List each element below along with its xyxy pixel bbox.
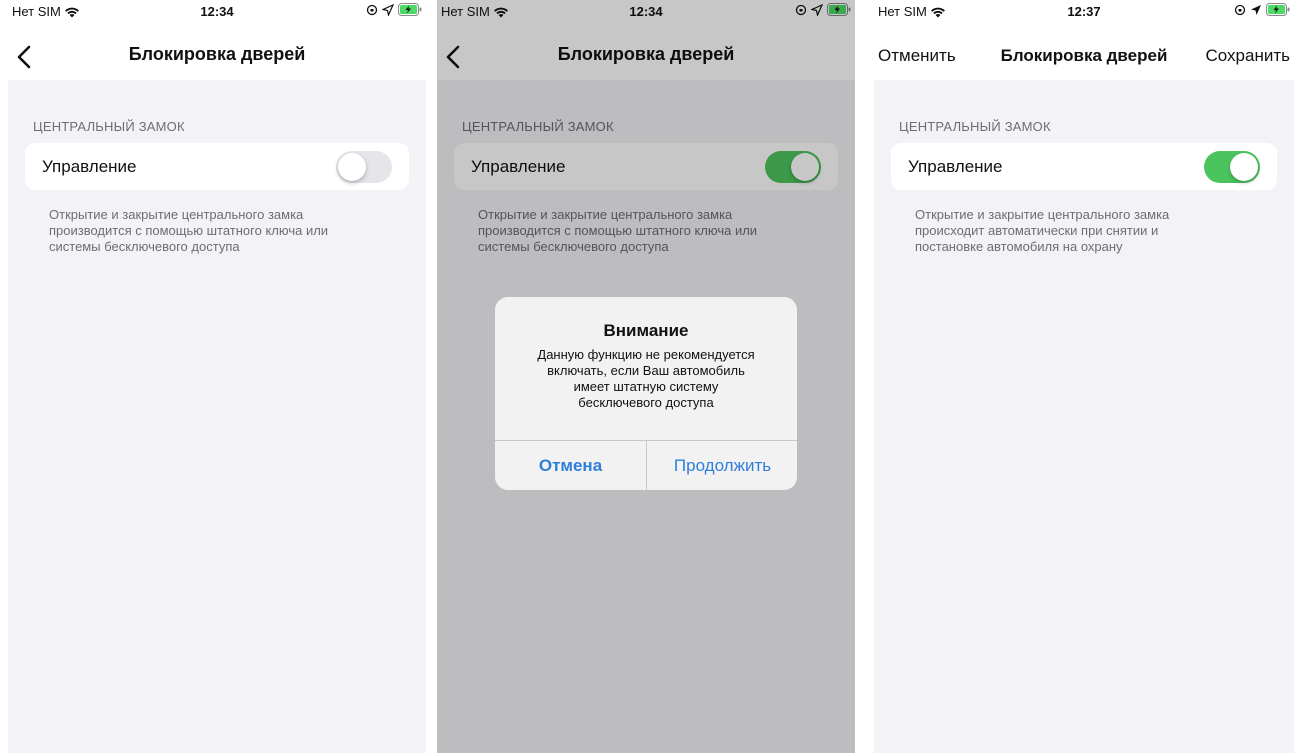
status-bar: Нет SIM 12:37 xyxy=(874,0,1294,22)
toggle-knob xyxy=(1230,153,1258,181)
cancel-button[interactable]: Отмена xyxy=(495,441,646,490)
alert-message: Данную функцию не рекомендуется включать… xyxy=(495,347,797,411)
control-cell: Управление xyxy=(25,143,409,190)
cell-label: Управление xyxy=(42,157,137,176)
orientation-lock-icon xyxy=(1234,4,1246,15)
status-bar: Нет SIM 12:34 xyxy=(8,0,426,22)
page-title: Блокировка дверей xyxy=(128,44,306,64)
nav-bar: Отменить Блокировка дверей Сохранить xyxy=(874,22,1294,80)
footer-line: происходит автоматически при снятии и xyxy=(915,223,1159,238)
section-footer: Открытие и закрытие центрального замка п… xyxy=(49,207,406,255)
footer-line: постановке автомобиля на охрану xyxy=(915,239,1123,254)
location-icon xyxy=(1251,4,1261,15)
save-button[interactable]: Сохранить xyxy=(1206,46,1290,66)
status-right xyxy=(1234,3,1290,16)
toggle-knob xyxy=(338,153,366,181)
orientation-lock-icon xyxy=(366,4,378,15)
screen-edit: Нет SIM 12:37 Отменить Блокировка дверей… xyxy=(874,0,1294,753)
screen-toggle-off: Нет SIM 12:34 Блокировка дверей ЦЕНТРАЛЬ… xyxy=(8,0,426,753)
battery-charging-icon xyxy=(398,3,422,16)
footer-line: Открытие и закрытие центрального замка xyxy=(915,207,1170,222)
control-toggle[interactable] xyxy=(1204,151,1260,183)
continue-button[interactable]: Продолжить xyxy=(647,441,797,490)
battery-charging-icon xyxy=(1266,3,1290,16)
alert-message-line: имеет штатную систему xyxy=(573,379,719,394)
control-toggle[interactable] xyxy=(336,151,392,183)
screen-alert: Нет SIM 12:34 Блокировка дверей ЦЕНТРАЛЬ… xyxy=(437,0,855,753)
nav-bar: Блокировка дверей xyxy=(8,22,426,80)
status-time: 12:37 xyxy=(1067,4,1101,19)
location-icon xyxy=(382,3,394,16)
alert-message-line: включать, если Ваш автомобиль xyxy=(547,363,745,378)
footer-line: Открытие и закрытие центрального замка xyxy=(49,207,304,222)
section-header: ЦЕНТРАЛЬНЫЙ ЗАМОК xyxy=(899,119,1051,134)
section-footer: Открытие и закрытие центрального замка п… xyxy=(915,207,1274,255)
alert-message-line: бесключевого доступа xyxy=(578,395,714,410)
alert-message-line: Данную функцию не рекомендуется xyxy=(537,347,755,362)
status-time: 12:34 xyxy=(200,4,234,19)
status-right xyxy=(366,3,422,16)
alert-dialog: Внимание Данную функцию не рекомендуется… xyxy=(495,297,797,490)
footer-line: производится с помощью штатного ключа ил… xyxy=(49,223,329,238)
alert-title: Внимание xyxy=(603,321,689,340)
control-cell: Управление xyxy=(891,143,1277,190)
footer-line: системы бесключевого доступа xyxy=(49,239,240,254)
section-header: ЦЕНТРАЛЬНЫЙ ЗАМОК xyxy=(33,119,185,134)
cell-label: Управление xyxy=(908,157,1003,176)
